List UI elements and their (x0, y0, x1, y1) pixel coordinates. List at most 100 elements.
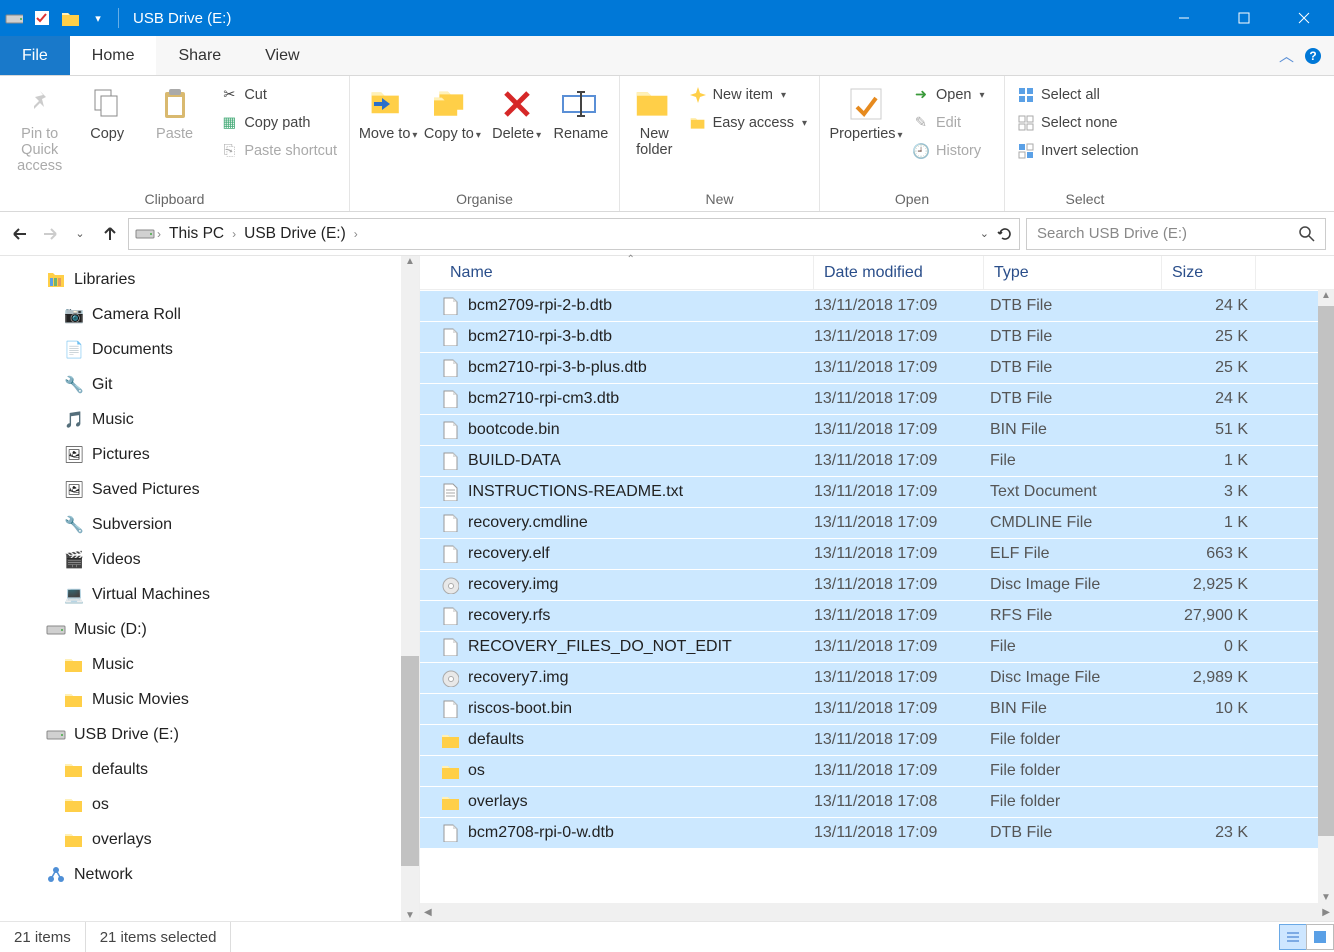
file-row[interactable]: RECOVERY_FILES_DO_NOT_EDIT13/11/2018 17:… (420, 631, 1334, 662)
tree-item[interactable]: Network (0, 857, 419, 892)
new-folder-button[interactable]: New folder (628, 80, 681, 158)
search-icon[interactable] (1299, 226, 1315, 242)
edit-button[interactable]: ✎Edit (908, 112, 989, 134)
view-thumbnails-button[interactable] (1306, 924, 1334, 950)
open-button[interactable]: ➜Open▾ (908, 84, 989, 106)
breadcrumb-current[interactable]: USB Drive (E:) (238, 225, 352, 243)
tree-item[interactable]: 🔧Git (0, 367, 419, 402)
file-row[interactable]: recovery.rfs13/11/2018 17:09RFS File27,9… (420, 600, 1334, 631)
invert-selection-button[interactable]: Invert selection (1013, 140, 1143, 162)
select-none-button[interactable]: Select none (1013, 112, 1143, 134)
file-row[interactable]: recovery.cmdline13/11/2018 17:09CMDLINE … (420, 507, 1334, 538)
file-row[interactable]: riscos-boot.bin13/11/2018 17:09BIN File1… (420, 693, 1334, 724)
address-bar[interactable]: › This PC › USB Drive (E:) › ⌄ (128, 218, 1020, 250)
files-hscrollbar[interactable]: ◀ ▶ (420, 903, 1334, 921)
file-row[interactable]: bcm2710-rpi-3-b.dtb13/11/2018 17:09DTB F… (420, 321, 1334, 352)
up-button[interactable] (98, 222, 122, 246)
file-row[interactable]: recovery.elf13/11/2018 17:09ELF File663 … (420, 538, 1334, 569)
tab-file[interactable]: File (0, 36, 70, 75)
tree-item[interactable]: 🖼Saved Pictures (0, 472, 419, 507)
history-button[interactable]: 🕘History (908, 140, 989, 162)
tree-item[interactable]: 🖼Pictures (0, 437, 419, 472)
back-button[interactable] (8, 222, 32, 246)
column-date[interactable]: Date modified (814, 256, 984, 289)
move-to-button[interactable]: Move to▾ (358, 80, 418, 142)
tree-item[interactable]: Music Movies (0, 682, 419, 717)
file-row[interactable]: BUILD-DATA13/11/2018 17:09File1 K (420, 445, 1334, 476)
pin-quick-access-button[interactable]: Pin to Quick access (8, 80, 71, 174)
file-row[interactable]: defaults13/11/2018 17:09File folder (420, 724, 1334, 755)
files-scrollbar[interactable]: ▲ ▼ (1318, 290, 1334, 903)
file-row[interactable]: recovery.img13/11/2018 17:09Disc Image F… (420, 569, 1334, 600)
file-row[interactable]: overlays13/11/2018 17:08File folder (420, 786, 1334, 817)
recent-dropdown-icon[interactable]: ⌄ (68, 222, 92, 246)
file-row[interactable]: bcm2710-rpi-3-b-plus.dtb13/11/2018 17:09… (420, 352, 1334, 383)
tree-item[interactable]: defaults (0, 752, 419, 787)
tree-item[interactable]: os (0, 787, 419, 822)
hscroll-left-icon[interactable]: ◀ (420, 907, 436, 918)
maximize-button[interactable] (1214, 0, 1274, 36)
delete-button[interactable]: Delete▾ (487, 80, 547, 142)
tree-item[interactable]: 🔧Subversion (0, 507, 419, 542)
file-row[interactable]: recovery7.img13/11/2018 17:09Disc Image … (420, 662, 1334, 693)
view-details-button[interactable] (1279, 924, 1307, 950)
column-size[interactable]: Size (1162, 256, 1256, 289)
tree-item[interactable]: 📄Documents (0, 332, 419, 367)
file-row[interactable]: bootcode.bin13/11/2018 17:09BIN File51 K (420, 414, 1334, 445)
paste-button[interactable]: Paste (143, 80, 206, 142)
qat-check-icon[interactable] (28, 10, 56, 26)
qat-folder-icon[interactable] (56, 9, 84, 27)
tree-item[interactable]: 🎬Videos (0, 542, 419, 577)
file-row[interactable]: bcm2710-rpi-cm3.dtb13/11/2018 17:09DTB F… (420, 383, 1334, 414)
tree-item[interactable]: Music (D:) (0, 612, 419, 647)
hscroll-right-icon[interactable]: ▶ (1318, 907, 1334, 918)
minimize-button[interactable] (1154, 0, 1214, 36)
tree-scroll-down-icon[interactable]: ▼ (401, 910, 419, 921)
breadcrumb-this-pc[interactable]: This PC (163, 225, 230, 243)
tree-item[interactable]: overlays (0, 822, 419, 857)
help-icon[interactable]: ? (1304, 47, 1322, 65)
tree-scroll-thumb[interactable] (401, 656, 419, 866)
column-name[interactable]: Name⌃ (440, 256, 814, 289)
cut-button[interactable]: ✂Cut (216, 84, 341, 106)
close-button[interactable] (1274, 0, 1334, 36)
file-size: 663 K (1162, 545, 1248, 563)
easy-access-button[interactable]: Easy access▾ (685, 112, 811, 134)
refresh-icon[interactable] (997, 226, 1013, 242)
collapse-ribbon-icon[interactable]: ︿ (1279, 45, 1294, 66)
file-row[interactable]: bcm2709-rpi-2-b.dtb13/11/2018 17:09DTB F… (420, 290, 1334, 321)
tab-share[interactable]: Share (156, 36, 243, 75)
file-icon (440, 730, 460, 750)
copy-to-button[interactable]: Copy to▾ (422, 80, 482, 142)
tab-view[interactable]: View (243, 36, 321, 75)
column-type[interactable]: Type (984, 256, 1162, 289)
nav-tree[interactable]: Libraries📷Camera Roll📄Documents🔧Git🎵Musi… (0, 256, 420, 921)
tab-home[interactable]: Home (70, 36, 157, 75)
forward-button[interactable] (38, 222, 62, 246)
rename-button[interactable]: Rename (551, 80, 611, 142)
copy-button[interactable]: Copy (75, 80, 138, 142)
tree-scrollbar[interactable]: ▲ ▼ (401, 256, 419, 921)
tree-item[interactable]: 📷Camera Roll (0, 297, 419, 332)
file-row[interactable]: bcm2708-rpi-0-w.dtb13/11/2018 17:09DTB F… (420, 817, 1334, 848)
qat-dropdown-icon[interactable]: ▾ (84, 12, 112, 25)
properties-button[interactable]: Properties▾ (828, 80, 904, 142)
search-input[interactable]: Search USB Drive (E:) (1026, 218, 1326, 250)
copy-path-button[interactable]: ▦Copy path (216, 112, 341, 134)
new-item-button[interactable]: New item▾ (685, 84, 811, 106)
file-name: defaults (468, 731, 524, 749)
paste-shortcut-button[interactable]: ⎘Paste shortcut (216, 140, 341, 162)
tree-item[interactable]: Libraries (0, 262, 419, 297)
files-scroll-up-icon[interactable]: ▲ (1318, 290, 1334, 301)
address-dropdown-icon[interactable]: ⌄ (980, 227, 989, 240)
tree-item[interactable]: 🎵Music (0, 402, 419, 437)
tree-item[interactable]: USB Drive (E:) (0, 717, 419, 752)
file-row[interactable]: os13/11/2018 17:09File folder (420, 755, 1334, 786)
files-scroll-down-icon[interactable]: ▼ (1318, 892, 1334, 903)
file-row[interactable]: INSTRUCTIONS-README.txt13/11/2018 17:09T… (420, 476, 1334, 507)
tree-item[interactable]: 💻Virtual Machines (0, 577, 419, 612)
tree-scroll-up-icon[interactable]: ▲ (401, 256, 419, 267)
select-all-button[interactable]: Select all (1013, 84, 1143, 106)
tree-item[interactable]: Music (0, 647, 419, 682)
files-scroll-thumb[interactable] (1318, 306, 1334, 836)
